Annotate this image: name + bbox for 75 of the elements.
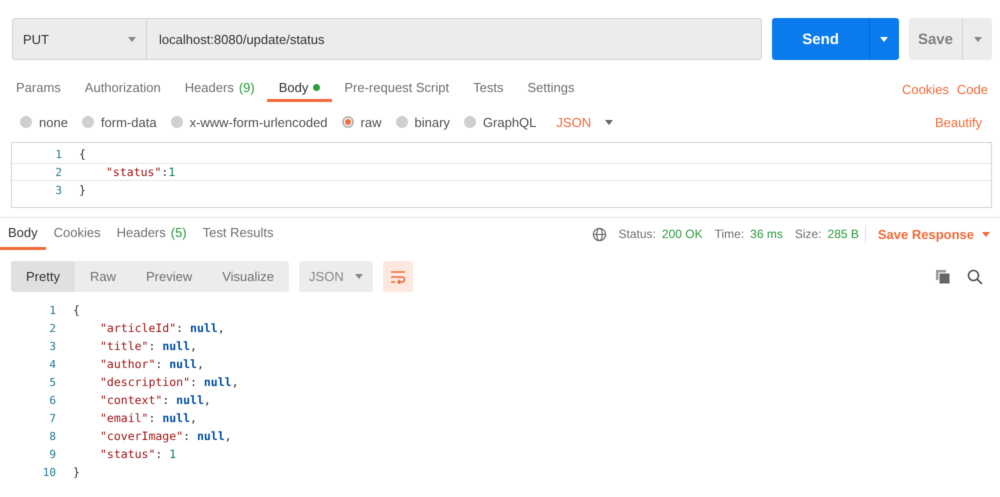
meta-label: Size: <box>794 227 822 241</box>
format-dropdown[interactable]: JSON <box>550 114 620 130</box>
meta-value: 36 ms <box>750 227 783 241</box>
line-number: 5 <box>48 376 57 388</box>
body-type-radio[interactable]: form-data <box>82 114 157 130</box>
body-type-radio[interactable]: none <box>20 114 68 130</box>
view-mode-tab[interactable]: Pretty <box>11 261 75 292</box>
request-tab[interactable]: Settings <box>515 76 586 102</box>
code-line: "articleId": null, <box>99 321 225 335</box>
send-button[interactable]: Send <box>772 18 869 60</box>
view-mode-tab[interactable]: Visualize <box>207 261 290 292</box>
code-line: "coverImage": null, <box>99 429 232 443</box>
caret-icon <box>128 36 136 42</box>
code-line: "context": null, <box>99 393 211 407</box>
count-label: (5) <box>170 225 187 240</box>
code-line: "email": null, <box>99 411 197 425</box>
code-line: "status":1 <box>105 165 176 179</box>
request-tab[interactable]: Headers (9) <box>172 76 267 102</box>
caret-icon <box>880 36 888 42</box>
wrap-lines-icon <box>390 270 406 284</box>
response-tab[interactable]: Test Results <box>194 218 282 250</box>
response-format-dropdown[interactable]: JSON <box>299 261 374 292</box>
code-line: } <box>73 465 80 479</box>
save-button[interactable]: Save <box>908 18 962 60</box>
request-tab[interactable]: Body <box>266 76 332 102</box>
line-number: 1 <box>48 304 57 316</box>
response-tab[interactable]: Cookies <box>46 218 109 250</box>
request-tab[interactable]: Pre-request Script <box>332 76 462 102</box>
meta-label: Time: <box>714 227 744 241</box>
line-number: 8 <box>48 430 57 442</box>
body-type-radio[interactable]: raw <box>342 114 382 130</box>
request-tab[interactable]: Authorization <box>72 76 173 102</box>
wrap-lines-button[interactable] <box>383 261 414 292</box>
line-number: 2 <box>48 322 57 334</box>
method-dropdown[interactable]: PUT <box>13 19 147 59</box>
body-type-radio[interactable]: x-www-form-urlencoded <box>170 114 328 130</box>
line-number: 1 <box>54 148 63 160</box>
request-tab[interactable]: Tests <box>461 76 516 102</box>
response-tab[interactable]: Body <box>0 218 46 250</box>
caret-icon <box>974 36 982 42</box>
line-number: 3 <box>48 340 57 352</box>
line-number: 2 <box>54 166 63 178</box>
line-number: 10 <box>42 466 57 478</box>
caret-icon <box>355 274 364 279</box>
meta-value: 285 B <box>828 227 859 241</box>
code-line: { <box>79 147 86 161</box>
code-line: "description": null, <box>99 375 239 389</box>
request-link[interactable]: Code <box>952 76 992 102</box>
line-number: 7 <box>48 412 57 424</box>
code-line: "title": null, <box>99 339 197 353</box>
view-mode-tab[interactable]: Preview <box>130 261 208 292</box>
meta-label: Status: <box>618 227 656 241</box>
code-line: { <box>73 303 80 317</box>
request-link[interactable]: Cookies <box>898 76 953 102</box>
beautify-link[interactable]: Beautify <box>931 114 986 130</box>
line-number: 3 <box>54 184 63 196</box>
view-mode-tab[interactable]: Raw <box>74 261 131 292</box>
save-response-button[interactable]: Save Response <box>864 225 992 243</box>
response-tab[interactable]: Headers (5) <box>108 218 195 250</box>
request-body-editor[interactable]: 1 { 2 "status":1 3 } <box>11 142 992 208</box>
code-line: } <box>79 183 86 197</box>
request-tab[interactable]: Params <box>4 76 73 102</box>
code-line: "status": 1 <box>99 447 176 461</box>
line-number: 4 <box>48 358 57 370</box>
caret-icon <box>982 232 990 236</box>
globe-icon <box>592 226 607 242</box>
body-type-radio[interactable]: GraphQL <box>464 114 536 130</box>
count-label: (9) <box>238 80 255 95</box>
url-field[interactable]: localhost:8080/update/status <box>147 19 762 59</box>
code-line: "author": null, <box>99 357 204 371</box>
line-number: 6 <box>48 394 57 406</box>
body-type-radio[interactable]: binary <box>396 114 450 130</box>
caret-icon <box>605 120 614 124</box>
line-number: 9 <box>48 448 57 460</box>
meta-value: 200 OK <box>662 227 703 241</box>
